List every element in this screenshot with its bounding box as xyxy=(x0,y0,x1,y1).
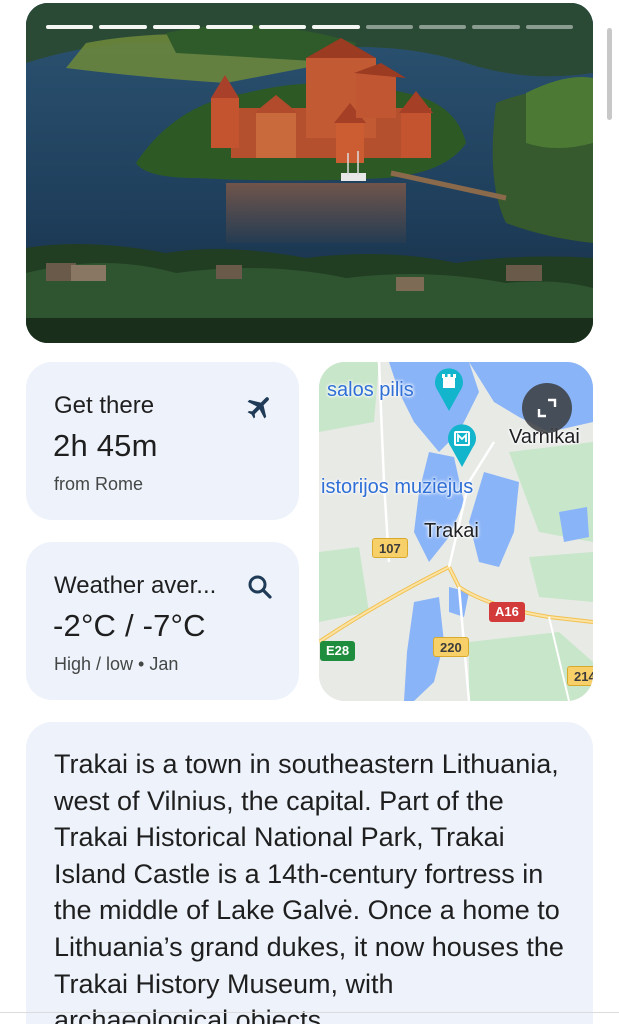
expand-icon xyxy=(537,398,557,418)
weather-temperature: -2°C / -7°C xyxy=(53,608,206,643)
get-there-title: Get there xyxy=(54,392,155,419)
expand-map-button[interactable] xyxy=(522,383,572,433)
weather-card[interactable]: Weather aver... -2°C / -7°C High / low •… xyxy=(26,542,299,700)
progress-segment xyxy=(419,25,467,29)
museum-pin-icon[interactable] xyxy=(445,423,479,469)
description-text: Trakai is a town in southeastern Lithuan… xyxy=(54,749,564,1024)
progress-segment xyxy=(472,25,520,29)
castle-pin-icon[interactable] xyxy=(432,367,466,413)
hero-photo[interactable] xyxy=(26,3,593,343)
travel-time: 2h 45m xyxy=(53,428,158,463)
weather-caption: High / low • Jan xyxy=(54,654,179,674)
progress-segment xyxy=(152,25,200,29)
road-shield-a16: A16 xyxy=(489,602,525,622)
road-shield-107: 107 xyxy=(372,538,408,558)
progress-segment xyxy=(205,25,254,29)
road-shield-220: 220 xyxy=(433,637,469,657)
road-shield-e28: E28 xyxy=(320,641,356,661)
map-preview[interactable]: salos pilis Varnikai istorijos muziejus … xyxy=(319,362,593,701)
travel-origin: from Rome xyxy=(54,474,144,494)
page-scrollbar[interactable] xyxy=(607,28,612,120)
map-label-town: Trakai xyxy=(424,520,479,542)
story-progress-bar xyxy=(46,25,573,29)
weather-title: Weather aver... xyxy=(54,572,217,599)
airplane-icon xyxy=(247,397,269,419)
map-label-castle: salos pilis xyxy=(327,379,414,401)
road-shield-214: 214 xyxy=(567,666,593,686)
progress-segment xyxy=(99,25,147,29)
progress-segment xyxy=(259,25,307,29)
castle-photo-image xyxy=(26,3,593,343)
search-icon[interactable] xyxy=(245,572,275,602)
get-there-card[interactable]: Get there 2h 45m from Rome xyxy=(26,362,299,520)
map-label-museum: istorijos muziejus xyxy=(321,476,474,498)
bottom-divider xyxy=(0,1012,619,1013)
description-card[interactable]: Trakai is a town in southeastern Lithuan… xyxy=(26,722,593,1024)
progress-segment xyxy=(525,25,573,29)
progress-segment xyxy=(365,25,414,29)
progress-segment xyxy=(46,25,94,29)
progress-segment xyxy=(312,25,360,29)
